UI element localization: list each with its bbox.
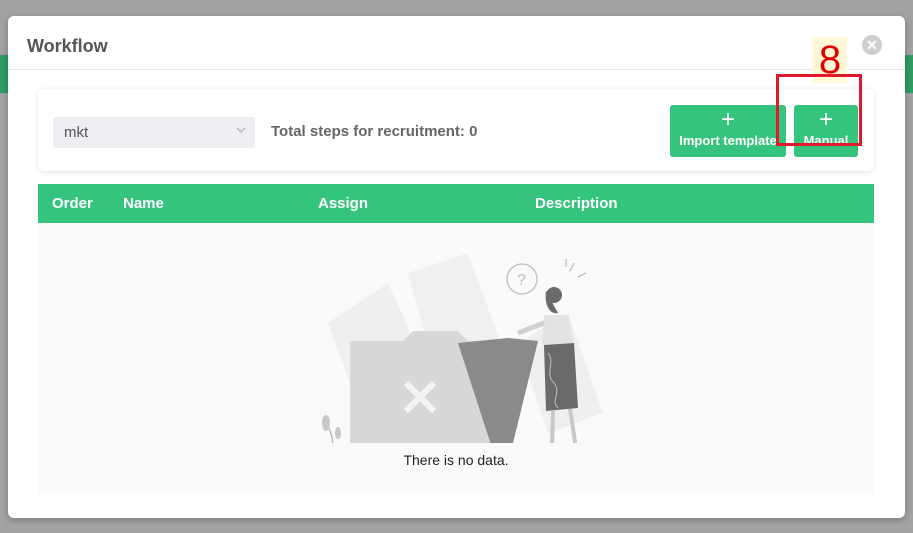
import-template-label: Import template [679,133,777,148]
background-accent-left [0,55,8,93]
column-header-order: Order [52,195,93,212]
column-header-assign: Assign [318,195,369,212]
plus-icon: + [720,106,735,133]
svg-text:?: ? [517,272,526,289]
department-select[interactable]: mkt [53,117,255,148]
empty-state-message: There is no data. [403,452,509,468]
manual-button-highlight [776,74,862,146]
toolbar-card: mkt Total steps for recruitment: 0 + Imp… [38,89,874,171]
workflow-modal: Workflow 8 ✕ mkt Total steps for recruit… [8,16,905,518]
empty-state-illustration: ? [322,253,603,443]
background-accent-right [905,55,913,93]
table-body: ? There is no data. [38,223,874,493]
close-icon: ✕ [866,37,878,53]
total-steps-label: Total steps for recruitment: 0 [271,123,478,140]
table-header: Order Name Assign Description [38,184,874,223]
modal-title: Workflow [27,36,108,56]
column-header-description: Description [535,195,618,212]
import-template-button[interactable]: + Import template [670,105,786,157]
modal-header: Workflow 8 ✕ [8,16,905,83]
close-button[interactable]: ✕ [862,35,882,55]
department-select-value: mkt [64,124,89,141]
chevron-down-icon [236,127,246,133]
column-header-name: Name [123,195,164,212]
